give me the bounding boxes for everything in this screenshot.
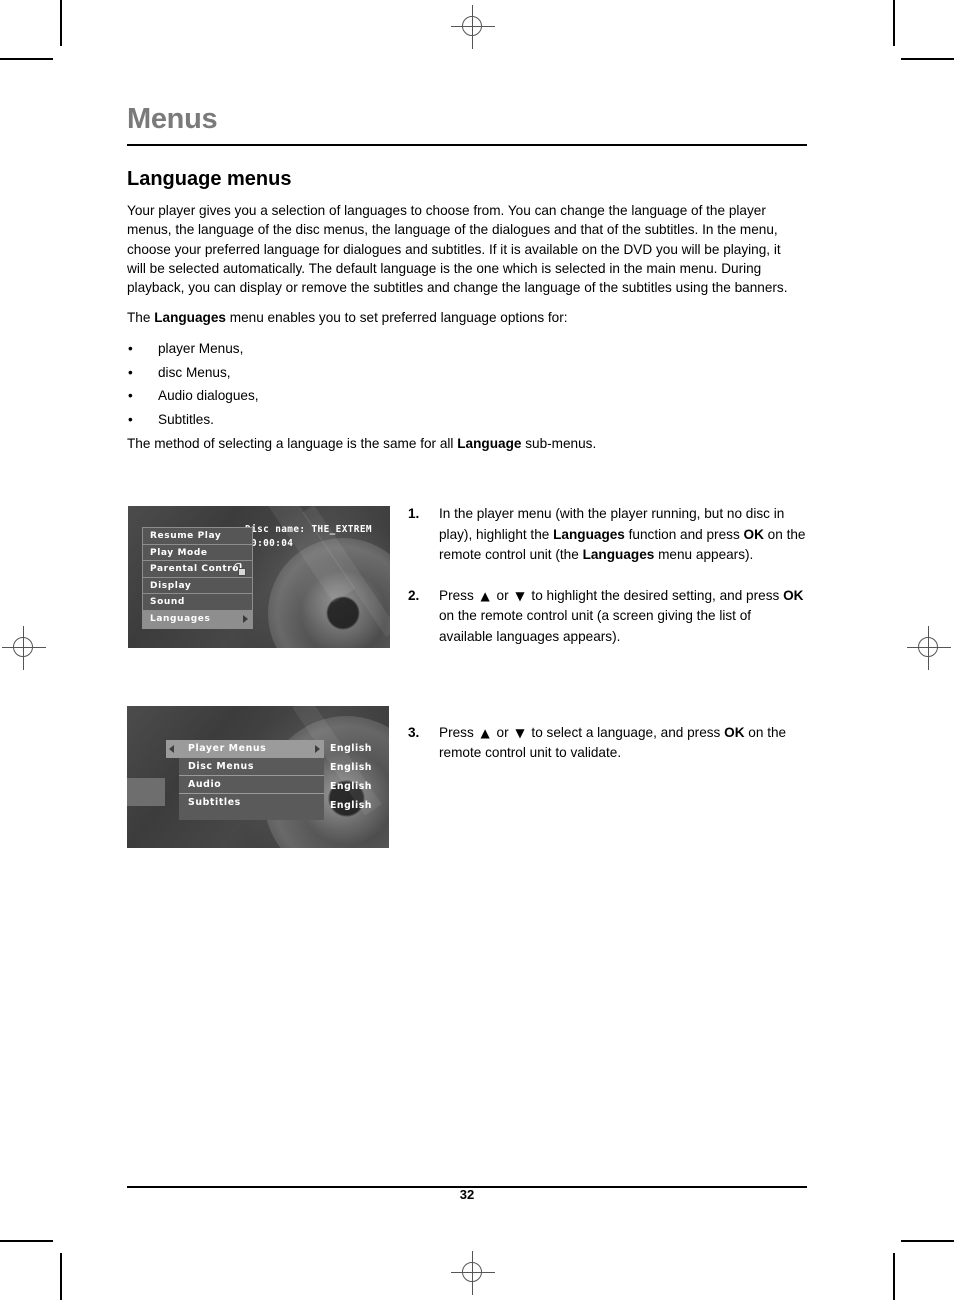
step-1: 1. In the player menu (with the player ru… [408, 504, 808, 566]
arrow-up-icon: ▲ [480, 588, 490, 603]
document-page: Menus Language menus Your player gives y… [0, 0, 954, 1300]
menu-item-display[interactable]: Display [143, 578, 252, 595]
language-row-label: Disc Menus [188, 761, 255, 772]
body-column: Your player gives you a selection of lan… [127, 201, 803, 464]
language-row-disc-menus[interactable]: Disc Menus [179, 758, 324, 776]
chevron-right-icon [315, 745, 320, 753]
chevron-right-icon [243, 615, 248, 624]
list-item: • Subtitles. [127, 410, 803, 429]
step-number: 3. [408, 724, 420, 740]
player-menu-panel: Resume Play Play Mode Parental Control D… [142, 527, 253, 629]
options-intro-paragraph: The Languages menu enables you to set pr… [127, 308, 803, 327]
menu-item-resume-play[interactable]: Resume Play [143, 528, 252, 545]
language-row-player-menus[interactable]: Player Menus [166, 740, 324, 758]
step-text-seg4: menu appears). [654, 547, 754, 563]
step-number: 1. [408, 506, 420, 521]
elapsed-time-label: 00:00:04 [245, 537, 294, 549]
menu-item-label: Languages [150, 613, 211, 624]
list-item: • Audio dialogues, [127, 386, 803, 405]
step-number: 2. [408, 587, 420, 603]
section-title: Language menus [127, 168, 292, 190]
menu-item-label: Display [150, 580, 192, 591]
intro-paragraph: Your player gives you a selection of lan… [127, 203, 788, 296]
step-text-seg2: to select a language, and press [527, 724, 725, 740]
step-text-seg1: Press [439, 587, 478, 603]
step-text-seg2: function and press [624, 526, 744, 542]
bullet-icon: • [128, 412, 133, 428]
step-text-bold2: OK [724, 724, 745, 740]
menu-item-label: Sound [150, 597, 185, 608]
list-item-label: player Menus, [158, 340, 244, 356]
menu-item-parental-control[interactable]: Parental Control [143, 561, 252, 578]
arrow-down-icon: ▼ [515, 588, 525, 603]
options-intro-bold: Languages [154, 310, 226, 326]
step-3: 3. Press ▲ or ▼ to select a language, and… [408, 723, 808, 764]
language-row-subtitles[interactable]: Subtitles [179, 794, 324, 812]
language-value-audio: English [330, 781, 372, 792]
menu-item-languages[interactable]: Languages [143, 610, 252, 628]
step-text-or: or [492, 587, 513, 603]
language-value-disc-menus: English [330, 762, 372, 773]
language-row-label: Player Menus [188, 743, 267, 754]
list-item: • player Menus, [127, 339, 803, 358]
language-row-label: Subtitles [188, 797, 241, 808]
step-2: 2. Press ▲ or ▼ to highlight the desired … [408, 586, 808, 648]
menu-item-play-mode[interactable]: Play Mode [143, 545, 252, 562]
language-options-list: • player Menus, • disc Menus, • Audio dialo… [127, 339, 803, 430]
arrow-down-icon: ▼ [515, 725, 525, 740]
chapter-title: Menus [127, 103, 218, 135]
bullet-icon: • [128, 364, 133, 380]
closing-before: The method of selecting a language is th… [127, 435, 458, 451]
step-text-bold3: Languages [582, 547, 655, 563]
step-text-bold2: OK [743, 526, 764, 542]
list-item-label: Audio dialogues, [158, 388, 259, 404]
step-text-seg1: Press [439, 724, 478, 740]
language-menu-panel: Player Menus Disc Menus Audio Subtitles [166, 740, 324, 820]
options-intro-before: The [127, 310, 155, 326]
menu-item-label: Parental Control [150, 564, 243, 575]
step-text-bold1: Languages [553, 526, 625, 542]
options-intro-after: menu enables you to set preferred langua… [225, 310, 568, 326]
disc-name-label: Disc name: THE_EXTREM [245, 524, 372, 535]
instruction-steps: 1. In the player menu (with the player ru… [408, 504, 808, 764]
disc-name-readout: Disc name: THE_EXTREM 00:00:04 [245, 523, 372, 550]
step-text-bold2: OK [783, 587, 804, 603]
menu-item-label: Play Mode [150, 547, 208, 558]
screenshot-player-menu: Disc name: THE_EXTREM 00:00:04 Resume Pl… [128, 506, 390, 648]
screenshot-language-menu: Player Menus Disc Menus Audio Subtitles … [127, 706, 389, 848]
list-item-label: disc Menus, [158, 364, 231, 380]
bullet-icon: • [128, 388, 133, 404]
step-text-seg2: to highlight the desired setting, and pr… [527, 587, 784, 603]
step-text-or: or [492, 724, 513, 740]
bullet-icon: • [128, 340, 133, 356]
closing-bold: Language [457, 435, 522, 451]
lock-icon [234, 562, 247, 576]
step-text-seg3: on the remote control unit (a screen giv… [439, 608, 752, 644]
arrow-up-icon: ▲ [480, 725, 490, 740]
title-divider [127, 144, 807, 146]
list-item: • disc Menus, [127, 363, 803, 382]
chevron-left-icon[interactable] [166, 740, 179, 758]
page-number: 32 [459, 1187, 475, 1202]
language-value-player-menus: English [330, 743, 372, 754]
menu-item-label: Resume Play [150, 531, 222, 541]
language-row-label: Audio [188, 779, 222, 790]
closing-after: sub-menus. [521, 435, 597, 451]
closing-paragraph: The method of selecting a language is th… [127, 434, 803, 453]
side-highlight-block [127, 778, 165, 806]
list-item-label: Subtitles. [158, 412, 214, 428]
language-value-subtitles: English [330, 800, 372, 811]
menu-item-sound[interactable]: Sound [143, 594, 252, 611]
language-row-audio[interactable]: Audio [179, 776, 324, 794]
